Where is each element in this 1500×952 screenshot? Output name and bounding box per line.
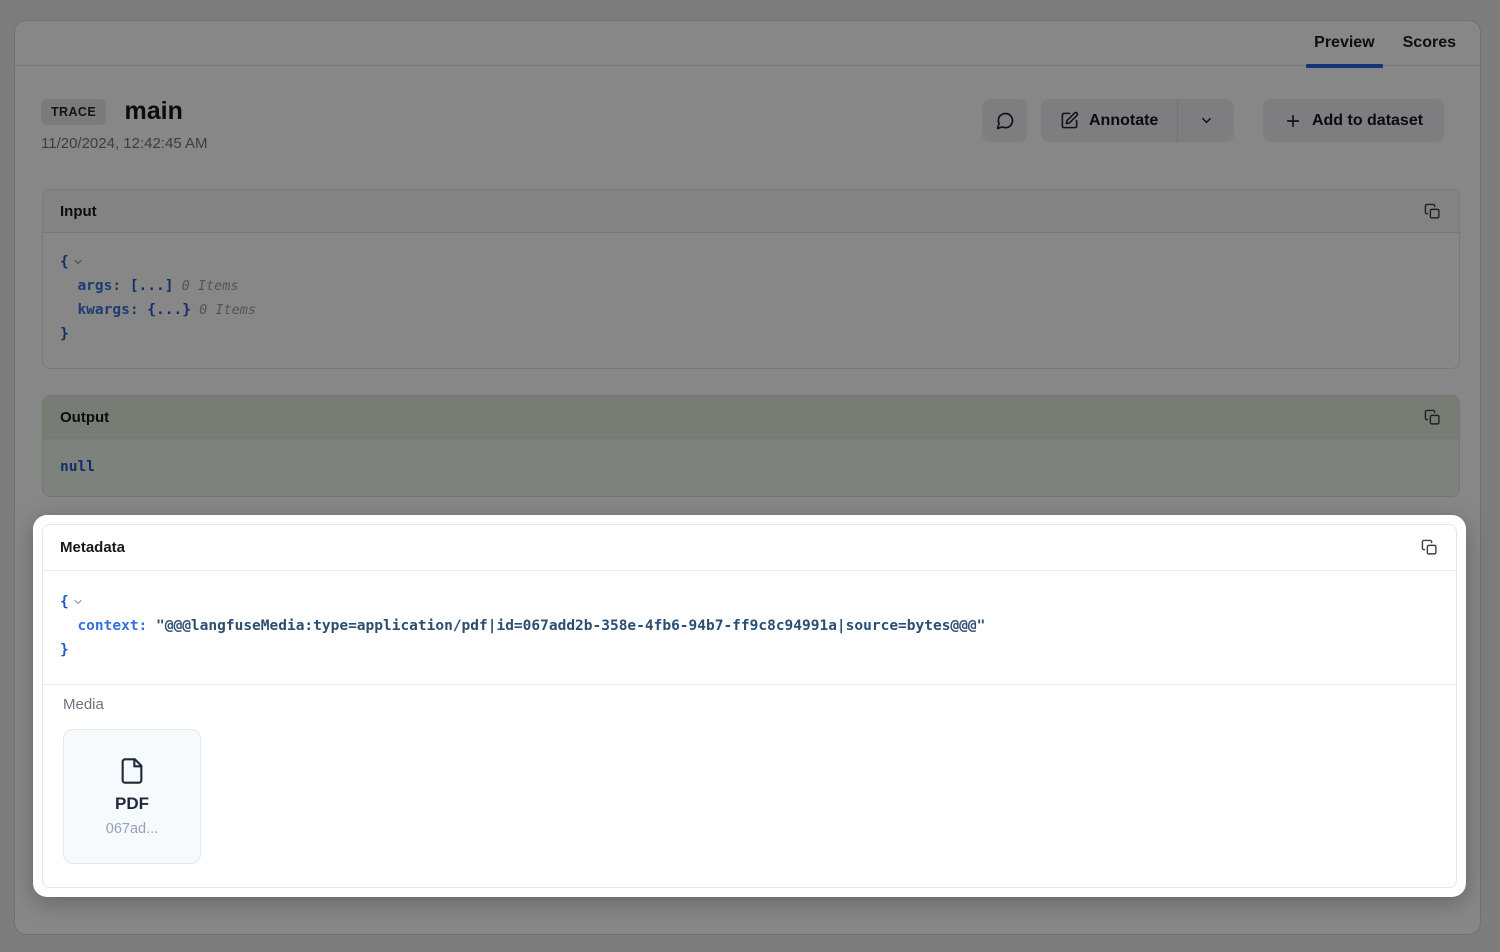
output-panel-title: Output (60, 409, 109, 426)
trace-header: TRACE main 11/20/2024, 12:42:45 AM (41, 97, 208, 152)
media-pdf-card[interactable]: PDF 067ad... (63, 729, 201, 864)
metadata-panel-header: Metadata (43, 525, 1456, 571)
metadata-json: { context: "@@@langfuseMedia:type=applic… (43, 571, 1456, 684)
input-panel-header: Input (43, 190, 1459, 233)
output-json: null (43, 439, 1459, 497)
trace-type-badge: TRACE (41, 99, 106, 125)
json-items-note: 0 Items (199, 298, 256, 322)
input-json: { args: [...] 0 Items kwargs: {...} 0 It… (43, 233, 1459, 363)
copy-metadata-button[interactable] (1417, 535, 1442, 560)
copy-icon (1424, 203, 1441, 220)
json-string-value: "@@@langfuseMedia:type=application/pdf|i… (156, 614, 985, 638)
annotate-split-button: Annotate (1041, 99, 1234, 142)
trace-timestamp: 11/20/2024, 12:42:45 AM (41, 135, 208, 152)
json-items-note: 0 Items (182, 274, 239, 298)
tab-preview[interactable]: Preview (1300, 21, 1388, 65)
output-null-value: null (60, 459, 95, 475)
plus-icon (1284, 112, 1302, 130)
output-panel-header: Output (43, 396, 1459, 439)
input-open-brace: { (60, 250, 69, 274)
metadata-close-brace: } (60, 638, 69, 662)
json-value: [...] (130, 274, 174, 298)
edit-pen-icon (1060, 111, 1079, 130)
output-panel: Output null (42, 395, 1460, 497)
add-to-dataset-button[interactable]: Add to dataset (1263, 99, 1444, 142)
metadata-panel-title: Metadata (60, 539, 125, 556)
media-file-type: PDF (115, 794, 149, 814)
trace-title: main (125, 97, 183, 125)
comment-icon (995, 111, 1015, 131)
collapse-chevron-icon[interactable] (72, 256, 84, 268)
metadata-spotlight: Metadata { context: "@@@langfuseMedia:ty… (33, 515, 1466, 897)
tab-scores-label: Scores (1403, 34, 1456, 52)
copy-icon (1421, 539, 1438, 556)
json-key: kwargs: (77, 298, 138, 322)
media-file-id: 067ad... (106, 821, 158, 837)
file-icon (118, 757, 146, 785)
json-key: args: (77, 274, 121, 298)
metadata-open-brace: { (60, 590, 69, 614)
tab-preview-label: Preview (1314, 34, 1374, 52)
annotate-label: Annotate (1089, 112, 1158, 130)
copy-icon (1424, 409, 1441, 426)
annotate-dropdown-button[interactable] (1177, 99, 1234, 142)
input-close-brace: } (60, 322, 69, 346)
json-value: {...} (147, 298, 191, 322)
comment-button[interactable] (982, 99, 1027, 142)
tab-scores[interactable]: Scores (1389, 21, 1470, 65)
copy-output-button[interactable] (1420, 405, 1445, 430)
collapse-chevron-icon[interactable] (72, 596, 84, 608)
metadata-panel: Metadata { context: "@@@langfuseMedia:ty… (42, 524, 1457, 888)
media-section: Media PDF 067ad... (43, 684, 1456, 887)
input-panel: Input { args: [...] 0 Items kwargs: (42, 189, 1460, 369)
input-panel-title: Input (60, 203, 97, 220)
json-key: context: (77, 614, 147, 638)
tab-bar: Preview Scores (15, 21, 1480, 66)
copy-input-button[interactable] (1420, 199, 1445, 224)
media-section-label: Media (63, 696, 1436, 713)
annotate-button[interactable]: Annotate (1041, 99, 1177, 142)
add-to-dataset-label: Add to dataset (1312, 112, 1423, 130)
chevron-down-icon (1199, 113, 1214, 128)
